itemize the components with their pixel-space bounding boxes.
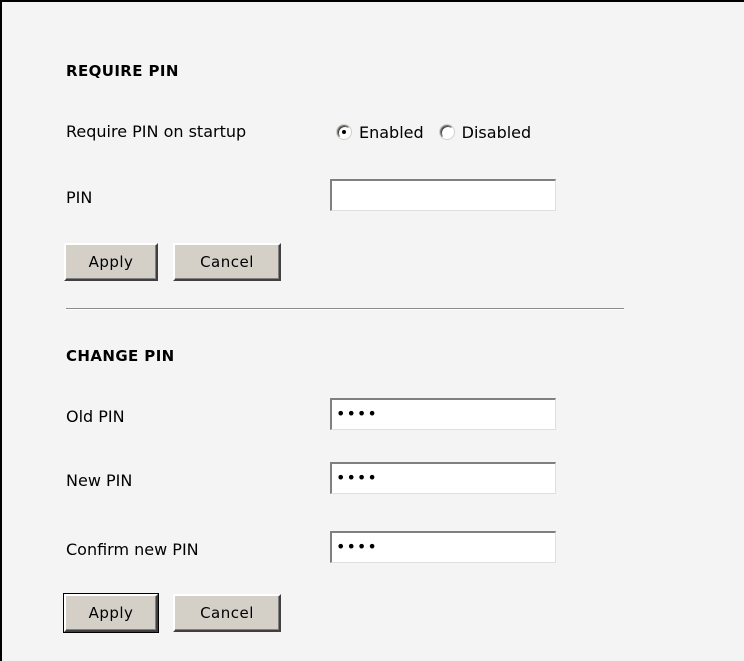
disabled-radio[interactable]	[439, 125, 454, 139]
change-pin-apply-button[interactable]: Apply	[63, 593, 159, 633]
old-pin-input[interactable]: ••••	[330, 398, 556, 430]
pin-settings-panel: REQUIRE PIN Require PIN on startup Enabl…	[2, 2, 744, 661]
new-pin-input[interactable]: ••••	[330, 462, 556, 494]
require-pin-cancel-button[interactable]: Cancel	[173, 243, 281, 281]
confirm-pin-label: Confirm new PIN	[66, 540, 199, 559]
require-pin-startup-label: Require PIN on startup	[66, 122, 247, 141]
pin-settings-window: REQUIRE PIN Require PIN on startup Enabl…	[0, 0, 744, 661]
pin-input[interactable]	[330, 179, 556, 211]
section-divider	[66, 308, 624, 310]
disabled-radio-label[interactable]: Disabled	[462, 123, 532, 142]
change-pin-cancel-button[interactable]: Cancel	[173, 594, 281, 632]
old-pin-label: Old PIN	[66, 407, 125, 426]
require-pin-radio-group: Enabled Disabled	[337, 118, 547, 146]
require-pin-apply-button[interactable]: Apply	[64, 243, 158, 281]
require-pin-heading: REQUIRE PIN	[66, 62, 179, 80]
enabled-radio[interactable]	[337, 125, 351, 139]
confirm-pin-input[interactable]: ••••	[330, 531, 556, 563]
enabled-radio-label[interactable]: Enabled	[359, 123, 424, 142]
change-pin-heading: CHANGE PIN	[66, 347, 175, 365]
new-pin-label: New PIN	[66, 471, 133, 490]
pin-label: PIN	[66, 188, 93, 207]
